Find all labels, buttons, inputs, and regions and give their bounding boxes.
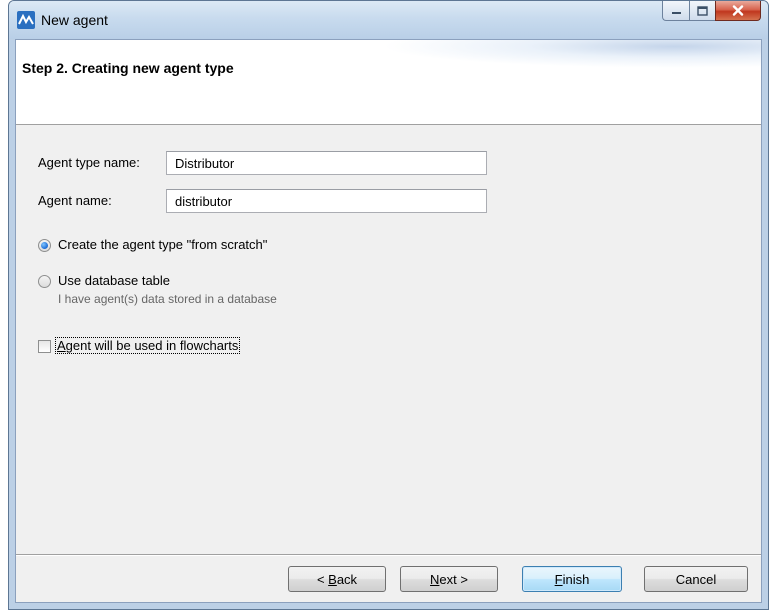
maximize-button[interactable] <box>689 1 715 21</box>
database-table-hint: I have agent(s) data stored in a databas… <box>58 292 277 306</box>
agent-name-label: Agent name: <box>38 193 112 208</box>
agent-name-input[interactable]: distributor <box>166 189 487 213</box>
wizard-header: Step 2. Creating new agent type <box>16 40 761 125</box>
dialog-body: Step 2. Creating new agent type Agent ty… <box>15 39 762 603</box>
flowcharts-label-text: gent will be used in flowcharts <box>65 338 239 353</box>
flowcharts-mnemonic: A <box>57 338 66 353</box>
next-label-text: ext > <box>439 571 468 587</box>
minimize-button[interactable] <box>662 1 689 21</box>
back-label-text: ack <box>336 571 358 587</box>
close-icon <box>732 5 744 16</box>
back-button[interactable]: < Back <box>288 566 386 592</box>
agent-type-name-input[interactable]: Distributor <box>166 151 487 175</box>
title-bar[interactable]: New agent <box>9 1 768 39</box>
close-button[interactable] <box>715 1 761 21</box>
dialog-window: New agent Step 2. Creating new agent typ… <box>8 0 769 610</box>
window-controls <box>662 1 761 22</box>
back-mnemonic: B <box>328 571 337 587</box>
cancel-button[interactable]: Cancel <box>644 566 748 592</box>
finish-label-text: inish <box>562 571 590 587</box>
finish-button[interactable]: Finish <box>522 566 622 592</box>
anylogic-logo-icon <box>17 11 35 29</box>
next-button[interactable]: Next > <box>400 566 498 592</box>
next-mnemonic: N <box>430 571 440 587</box>
finish-mnemonic: F <box>554 571 563 587</box>
maximize-icon <box>697 5 708 16</box>
database-table-radio[interactable] <box>38 275 51 288</box>
header-decoration <box>381 40 761 68</box>
from-scratch-label[interactable]: Create the agent type "from scratch" <box>58 237 267 252</box>
database-table-label[interactable]: Use database table <box>58 273 170 288</box>
from-scratch-radio[interactable] <box>38 239 51 252</box>
agent-name-value: distributor <box>175 193 233 209</box>
footer-separator <box>16 554 761 556</box>
back-prefix: < <box>316 571 329 587</box>
agent-type-name-value: Distributor <box>175 155 235 171</box>
flowcharts-label[interactable]: Agent will be used in flowcharts <box>54 337 241 354</box>
window-title: New agent <box>41 12 108 28</box>
agent-type-name-label: Agent type name: <box>38 155 140 170</box>
step-title: Step 2. Creating new agent type <box>22 60 234 76</box>
minimize-icon <box>671 11 681 14</box>
flowcharts-checkbox[interactable] <box>38 340 51 353</box>
